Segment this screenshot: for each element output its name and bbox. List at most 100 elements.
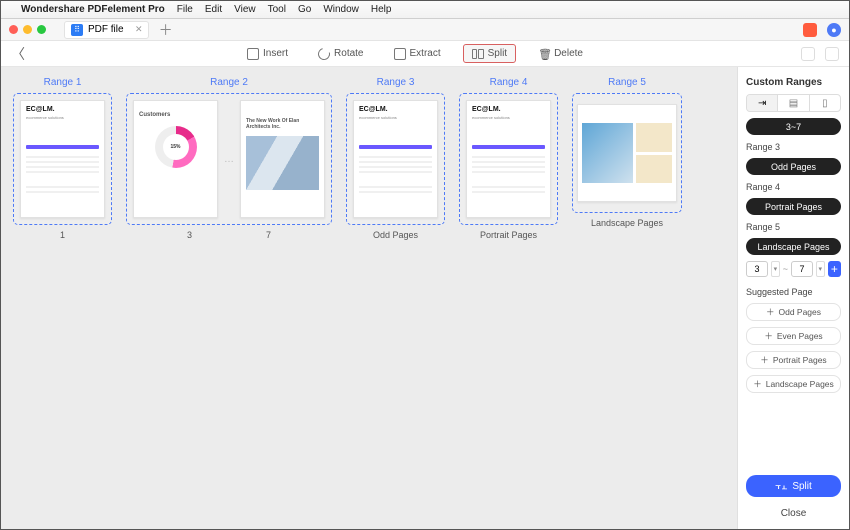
range-title: Range 3 (377, 77, 415, 88)
range-group: Range 2 Customers … The New Work Of Elan… (126, 77, 332, 240)
delete-button[interactable]: 🗑 Delete (530, 45, 591, 63)
range-title: Range 2 (210, 77, 248, 88)
rotate-label: Rotate (334, 48, 363, 59)
menu-tool[interactable]: Tool (268, 4, 286, 15)
page-toolbar: 〈 Insert Rotate Extract Split 🗑 Delete (1, 41, 849, 67)
range-mode-segmented[interactable]: ⇥ ▤ ▯ (746, 94, 841, 112)
to-stepper[interactable]: ▾ (816, 261, 825, 277)
range5-label: Range 5 (746, 222, 841, 232)
app-name[interactable]: Wondershare PDFelement Pro (21, 4, 165, 15)
range-caption: 1 (60, 230, 65, 240)
mac-menubar: Wondershare PDFelement Pro File Edit Vie… (1, 1, 849, 19)
toolbar-aux-icon[interactable] (801, 47, 815, 61)
split-sidebar: Custom Ranges ⇥ ▤ ▯ 3~7 Range 3 Odd Page… (737, 67, 849, 529)
page-thumbnail[interactable] (577, 104, 677, 202)
insert-icon (247, 48, 259, 60)
landscape-image (582, 123, 672, 183)
menu-file[interactable]: File (177, 4, 193, 15)
mode-range-icon[interactable]: ⇥ (747, 95, 777, 111)
menu-go[interactable]: Go (298, 4, 311, 15)
menu-view[interactable]: View (234, 4, 256, 15)
split-icon (472, 49, 484, 59)
suggested-title: Suggested Page (746, 287, 841, 297)
close-tab-icon[interactable]: ✕ (135, 24, 143, 35)
window-minimize-button[interactable] (23, 25, 32, 34)
architecture-image (246, 136, 319, 190)
mode-bookmark-icon[interactable]: ▯ (809, 95, 840, 111)
donut-chart-icon (155, 126, 197, 168)
range-from-input[interactable] (746, 261, 768, 277)
range-box[interactable] (572, 93, 682, 213)
range-chip[interactable]: 3~7 (746, 118, 841, 135)
range3-label: Range 3 (746, 142, 841, 152)
document-tab[interactable]: ⠿ PDF file ✕ (64, 21, 149, 39)
extract-label: Extract (410, 48, 441, 59)
range-box[interactable]: EC@LM. ecommerce solutions (459, 93, 558, 225)
close-button[interactable]: Close (746, 503, 841, 523)
thumb-tagline: ecommerce solutions (472, 115, 545, 120)
range-caption: 3 (187, 230, 192, 240)
extract-icon (394, 48, 406, 60)
range5-chip[interactable]: Landscape Pages (746, 238, 841, 255)
suggest-landscape-pages[interactable]: ＋Landscape Pages (746, 375, 841, 393)
thumb-logo: EC@LM. (472, 106, 545, 113)
split-button[interactable]: Split (463, 44, 516, 63)
range-ellipsis-icon: … (224, 154, 234, 165)
range-group: Range 5 Landscape Pages (572, 77, 682, 228)
rotate-icon (316, 45, 332, 61)
split-apply-button[interactable]: ⫟⫠ Split (746, 475, 841, 497)
suggest-odd-pages[interactable]: ＋Odd Pages (746, 303, 841, 321)
document-tabbar: ⠿ PDF file ✕ ＋ ● (1, 19, 849, 41)
window-controls (9, 25, 46, 34)
range-box[interactable]: EC@LM. ecommerce solutions (13, 93, 112, 225)
wondershare-logo-icon[interactable] (803, 23, 817, 37)
document-tab-label: PDF file (88, 24, 124, 35)
range-caption: 7 (266, 230, 271, 240)
suggest-even-pages[interactable]: ＋Even Pages (746, 327, 841, 345)
rotate-button[interactable]: Rotate (310, 45, 371, 63)
add-range-button[interactable]: + (828, 261, 841, 277)
suggest-portrait-pages[interactable]: ＋Portrait Pages (746, 351, 841, 369)
split-canvas: Range 1 EC@LM. ecommerce solutions 1 (1, 67, 737, 529)
range-title: Range 5 (608, 77, 646, 88)
thumb-heading: The New Work Of Elan Architects Inc. (246, 118, 319, 130)
thumb-heading: Customers (139, 112, 212, 118)
range-caption: Odd Pages (373, 230, 418, 240)
page-thumbnail[interactable]: EC@LM. ecommerce solutions (466, 100, 551, 218)
range-caption: Portrait Pages (480, 230, 537, 240)
from-stepper[interactable]: ▾ (771, 261, 780, 277)
range-group: Range 1 EC@LM. ecommerce solutions 1 (13, 77, 112, 240)
thumb-tagline: ecommerce solutions (26, 115, 99, 120)
window-maximize-button[interactable] (37, 25, 46, 34)
mode-page-icon[interactable]: ▤ (777, 95, 808, 111)
extract-button[interactable]: Extract (386, 45, 449, 63)
split-label: Split (488, 48, 507, 59)
range4-label: Range 4 (746, 182, 841, 192)
thumb-logo: EC@LM. (359, 106, 432, 113)
window-close-button[interactable] (9, 25, 18, 34)
range-title: Range 4 (490, 77, 528, 88)
split-icon: ⫟⫠ (775, 481, 787, 492)
menu-window[interactable]: Window (323, 4, 359, 15)
delete-label: Delete (554, 48, 583, 59)
back-button[interactable]: 〈 (11, 44, 25, 64)
range-to-input[interactable] (791, 261, 813, 277)
range-group: Range 3 EC@LM. ecommerce solutions Odd P… (346, 77, 445, 240)
page-thumbnail[interactable]: Customers (133, 100, 218, 218)
page-thumbnail[interactable]: EC@LM. ecommerce solutions (20, 100, 105, 218)
range4-chip[interactable]: Portrait Pages (746, 198, 841, 215)
menu-help[interactable]: Help (371, 4, 392, 15)
sidebar-title: Custom Ranges (746, 77, 841, 88)
range3-chip[interactable]: Odd Pages (746, 158, 841, 175)
toolbar-aux-icon[interactable] (825, 47, 839, 61)
range-group: Range 4 EC@LM. ecommerce solutions Portr… (459, 77, 558, 240)
range-box[interactable]: EC@LM. ecommerce solutions (346, 93, 445, 225)
page-thumbnail[interactable]: The New Work Of Elan Architects Inc. (240, 100, 325, 218)
insert-button[interactable]: Insert (239, 45, 296, 63)
range-box[interactable]: Customers … The New Work Of Elan Archite… (126, 93, 332, 225)
menu-edit[interactable]: Edit (205, 4, 222, 15)
user-avatar-icon[interactable]: ● (827, 23, 841, 37)
thumb-tagline: ecommerce solutions (359, 115, 432, 120)
page-thumbnail[interactable]: EC@LM. ecommerce solutions (353, 100, 438, 218)
new-tab-button[interactable]: ＋ (159, 20, 173, 40)
